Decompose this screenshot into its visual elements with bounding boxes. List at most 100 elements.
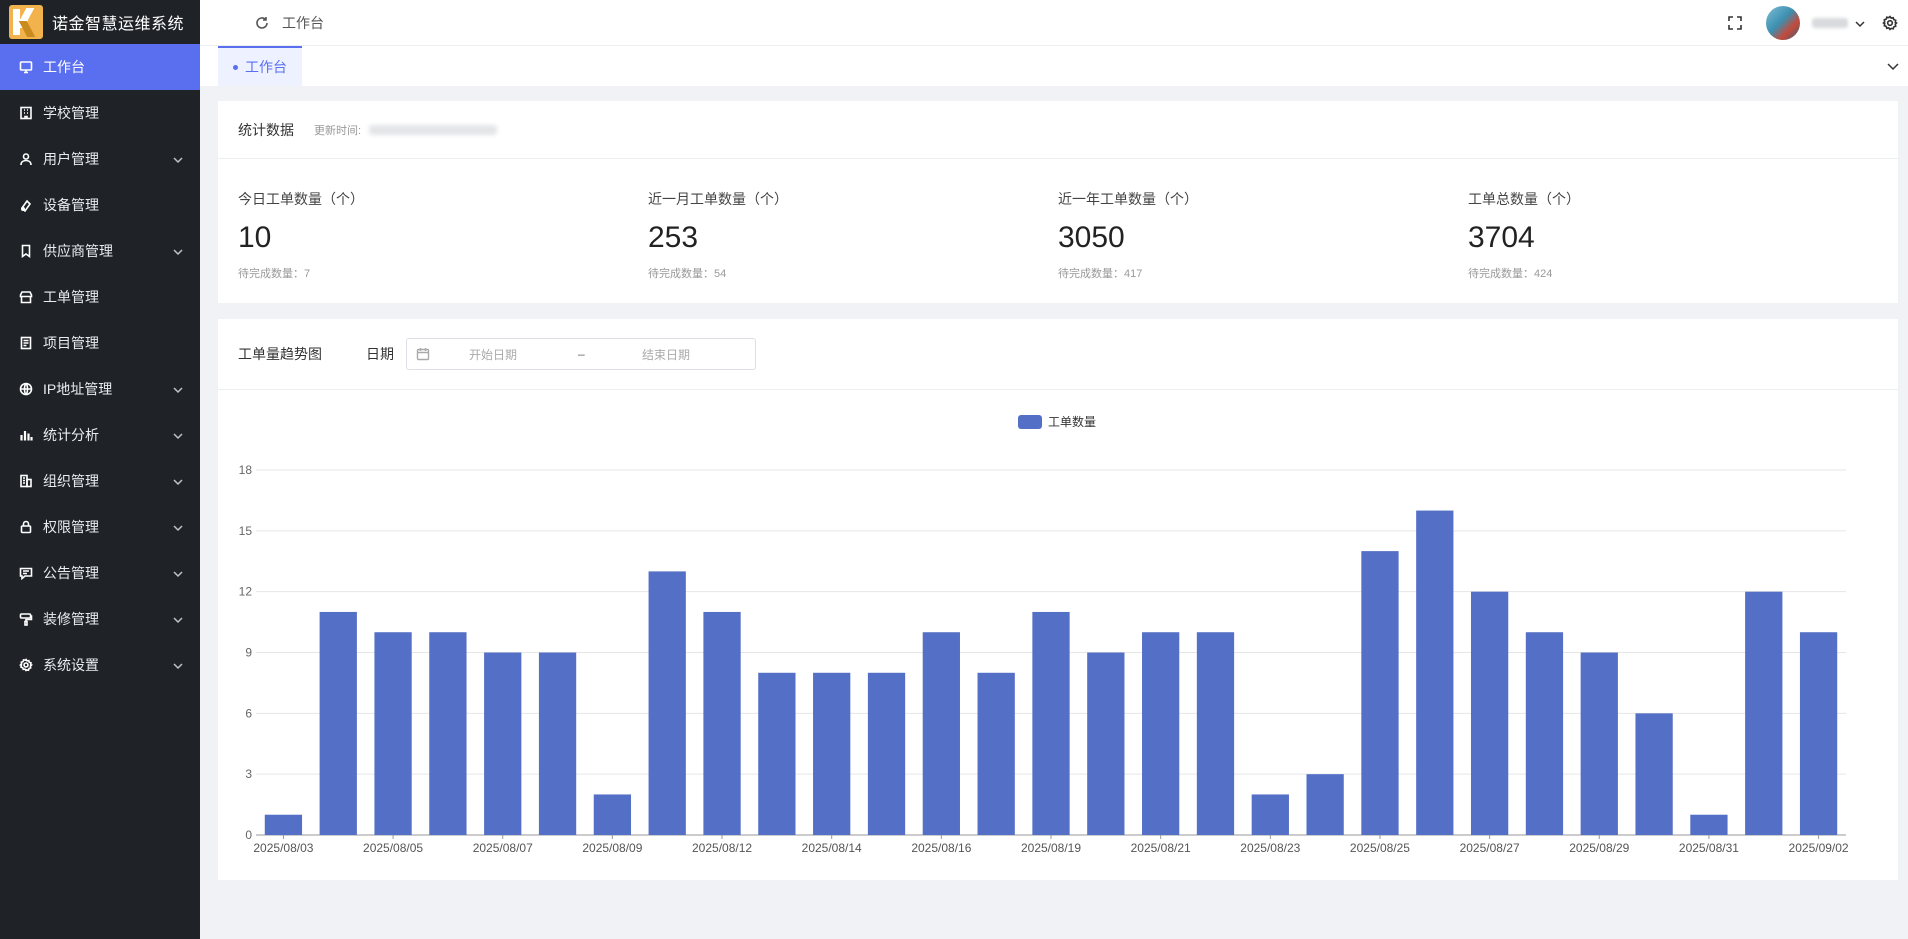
x-tick-label: 2025/08/21: [1131, 841, 1191, 855]
lock-icon: [18, 519, 34, 535]
trend-title: 工单量趋势图: [238, 346, 322, 362]
sidebar-item-label: 公告管理: [43, 565, 99, 581]
stat-value: 10: [238, 221, 272, 254]
bar: [1525, 632, 1564, 835]
x-tick-label: 2025/08/09: [582, 841, 642, 855]
date-label: 日期: [366, 346, 394, 362]
sidebar: 诺金智慧运维系统 工作台学校管理用户管理 设备管理供应商管理工单管理项目管理 IP地…: [0, 0, 200, 939]
x-tick-label: 2025/08/03: [253, 841, 313, 855]
sidebar-item-label: 工作台: [43, 59, 85, 75]
avatar[interactable]: [1766, 6, 1800, 40]
start-date-input[interactable]: 开始日期: [469, 346, 517, 363]
bar-chart-icon: [18, 427, 34, 443]
sidebar-item-label: 权限管理: [43, 519, 99, 535]
y-tick-label: 0: [245, 828, 252, 842]
legend-label: 工单数量: [1048, 414, 1096, 429]
sidebar-item-13[interactable]: 系统设置: [0, 642, 200, 688]
sidebar-item-label: 装修管理: [43, 611, 99, 627]
bar: [703, 611, 741, 835]
sidebar-item-2[interactable]: 用户管理: [0, 136, 200, 182]
bar: [264, 814, 303, 835]
chevron-down-icon: [172, 383, 184, 395]
chevron-down-icon: [172, 613, 184, 625]
stat-pending: 待完成数量：424: [1468, 268, 1553, 280]
sidebar-item-6[interactable]: 项目管理: [0, 320, 200, 366]
sidebar-item-5[interactable]: 工单管理: [0, 274, 200, 320]
tabs-bar: 工作台: [200, 46, 1908, 86]
bar: [1196, 632, 1235, 835]
bar: [813, 672, 851, 835]
sidebar-item-3[interactable]: 设备管理: [0, 182, 200, 228]
update-time-blurred: [369, 124, 498, 135]
sidebar-item-8[interactable]: 统计分析: [0, 412, 200, 458]
sidebar-item-9[interactable]: 组织管理: [0, 458, 200, 504]
sidebar-item-label: 工单管理: [43, 289, 99, 305]
end-date-input[interactable]: 结束日期: [642, 346, 690, 363]
trend-bar-chart: 工单数量 0 3 6 9 12 15 18 2025/08/03 2025/08/05 2025/0…: [239, 414, 1849, 855]
bar: [1470, 591, 1509, 835]
bar: [1745, 591, 1783, 835]
stat-block: 近一年工单数量（个） 3050 待完成数量：417: [1058, 189, 1468, 281]
bar: [922, 632, 960, 835]
stat-pending: 待完成数量：417: [1058, 268, 1143, 280]
stat-pending: 待完成数量：54: [648, 268, 727, 280]
bar: [1251, 794, 1289, 835]
calendar-icon: [416, 347, 430, 361]
breadcrumb[interactable]: 工作台: [282, 13, 324, 33]
chevron-down-icon[interactable]: [1886, 59, 1900, 73]
chevron-down-icon: [172, 567, 184, 579]
update-time-label: 更新时间:: [314, 124, 362, 137]
sidebar-item-12[interactable]: 装修管理: [0, 596, 200, 642]
bar: [1032, 611, 1070, 835]
bar: [319, 611, 357, 835]
date-range-picker[interactable]: 开始日期 – 结束日期: [406, 338, 756, 370]
store-icon: [18, 289, 34, 305]
x-tick-label: 2025/08/25: [1350, 841, 1410, 855]
bar: [1306, 774, 1344, 835]
stat-block: 近一月工单数量（个） 253 待完成数量：54: [648, 189, 1058, 281]
sidebar-item-10[interactable]: 权限管理: [0, 504, 200, 550]
paint-roller-icon: [18, 611, 34, 627]
bookmark-icon: [18, 243, 34, 259]
y-tick-label: 18: [239, 463, 253, 477]
y-tick-label: 6: [245, 706, 252, 720]
bar: [593, 794, 632, 835]
gear-icon[interactable]: [1882, 15, 1898, 31]
sidebar-item-11[interactable]: 公告管理: [0, 550, 200, 596]
y-tick-label: 9: [245, 646, 252, 660]
x-tick-label: 2025/08/23: [1240, 841, 1300, 855]
sidebar-item-label: 学校管理: [43, 105, 99, 121]
x-tick-label: 2025/08/14: [802, 841, 862, 855]
network-icon: [18, 381, 34, 397]
x-tick-label: 2025/09/02: [1789, 841, 1849, 855]
chevron-down-icon: [172, 153, 184, 165]
x-tick-label: 2025/08/12: [692, 841, 752, 855]
x-tick-label: 2025/08/27: [1460, 841, 1520, 855]
user-icon: [18, 151, 34, 167]
sidebar-item-4[interactable]: 供应商管理: [0, 228, 200, 274]
chevron-down-icon: [172, 475, 184, 487]
stat-value: 253: [648, 221, 699, 254]
sidebar-item-7[interactable]: IP地址管理: [0, 366, 200, 412]
sidebar-item-0[interactable]: 工作台: [0, 44, 200, 90]
active-dot-icon: [233, 64, 238, 70]
stat-value: 3050: [1058, 221, 1125, 254]
refresh-icon[interactable]: [254, 15, 270, 31]
monitor-icon: [18, 59, 34, 75]
chevron-down-icon[interactable]: [1854, 17, 1866, 29]
chevron-down-icon: [172, 245, 184, 257]
stats-row: 今日工单数量（个） 10 待完成数量：7 近一月工单数量（个） 253 待完成数量：54 近…: [218, 159, 1898, 281]
x-tick-label: 2025/08/05: [363, 841, 423, 855]
sidebar-menu: 工作台学校管理用户管理 设备管理供应商管理工单管理项目管理 IP地址管理统计分析组织…: [0, 44, 200, 688]
device-icon: [18, 197, 34, 213]
sidebar-item-label: 统计分析: [43, 427, 99, 443]
bar: [1580, 652, 1618, 835]
bar: [648, 571, 686, 835]
username-blurred[interactable]: [1812, 18, 1848, 28]
sidebar-item-label: 供应商管理: [43, 243, 113, 259]
sidebar-item-1[interactable]: 学校管理: [0, 90, 200, 136]
bar: [538, 652, 577, 835]
fullscreen-icon[interactable]: [1726, 14, 1744, 32]
tab-workbench[interactable]: 工作台: [218, 46, 302, 86]
app-logo[interactable]: 诺金智慧运维系统: [0, 0, 200, 44]
